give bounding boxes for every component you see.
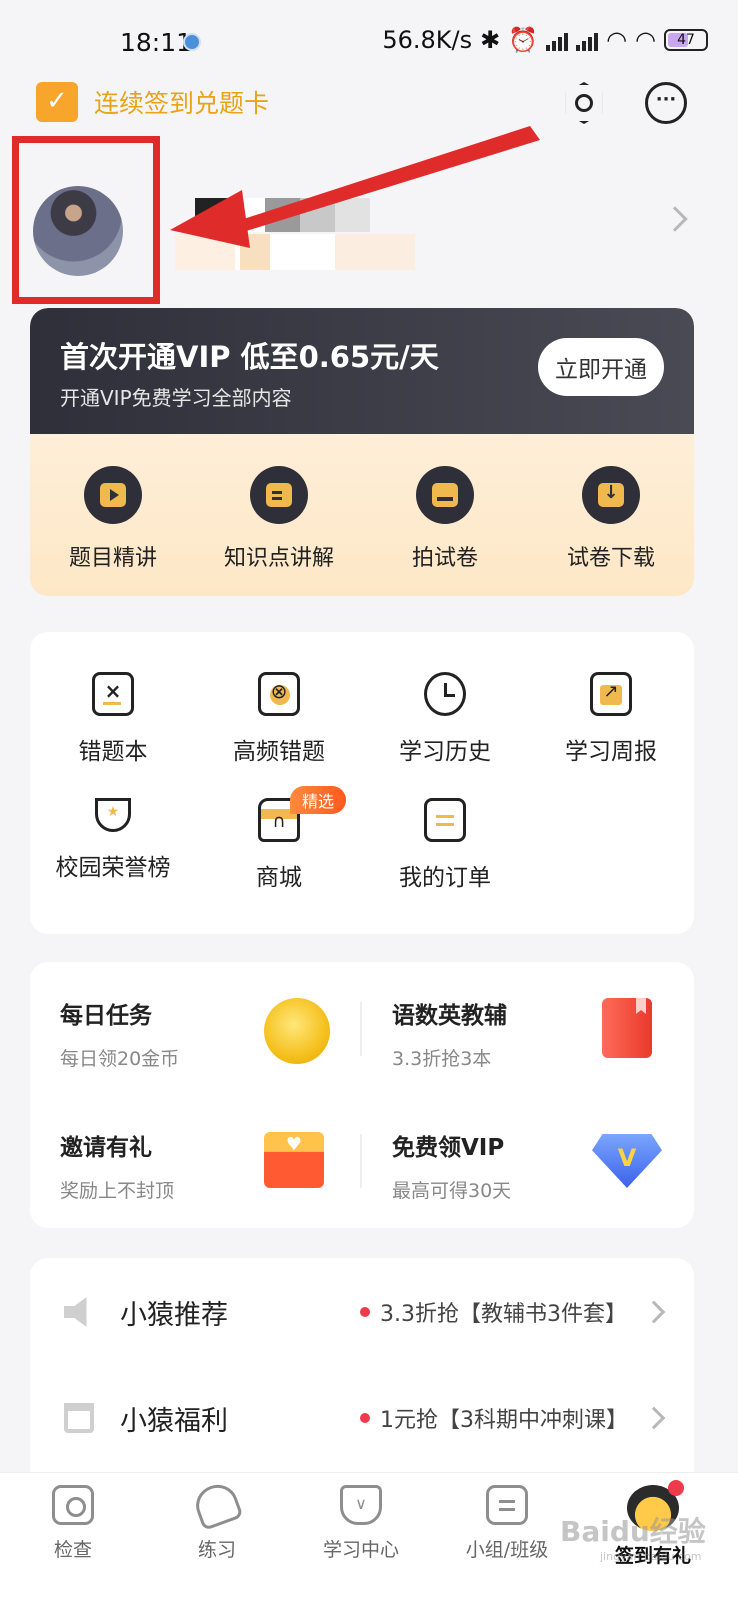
checkin-entry[interactable]: 连续签到兑题卡 [36,82,269,122]
nav-group-class[interactable]: 小组/班级 [442,1485,572,1562]
vip-item-label: 试卷下载 [566,546,655,571]
notification-icon [183,33,201,51]
red-dot-icon [360,1413,370,1423]
vip-item-download[interactable]: 试卷下载 [528,466,694,572]
vip-open-button[interactable]: 立即开通 [538,338,664,396]
promo-row-welfare[interactable]: 小猿福利 1元抢【3科期中冲刺课】 [30,1368,694,1468]
tool-label: 商城 [256,865,302,891]
battery-icon: 47 [664,29,708,51]
task-subtitle: 最高可得30天 [392,1180,512,1202]
book-icon [250,466,308,524]
red-dot-icon [360,1307,370,1317]
vip-banner: 首次开通VIP 低至0.65元/天 开通VIP免费学习全部内容 立即开通 [30,308,694,434]
vip-item-knowledge[interactable]: 知识点讲解 [196,466,362,572]
printer-icon [416,466,474,524]
divider [360,1134,362,1188]
tool-weekly-report[interactable]: 学习周报 [528,672,694,766]
chevron-right-icon [642,1300,666,1324]
vip-item-label: 知识点讲解 [223,546,334,571]
tool-frequent-errors[interactable]: 高频错题 [196,672,362,766]
coin-icon [264,998,330,1064]
net-speed: 56.8K/s [382,26,473,54]
order-icon [424,798,466,842]
wifi-icon: ◠ [606,26,628,54]
promo-desc: 3.3折抢【教辅书3件套】 [380,1302,627,1327]
list-icon [486,1485,528,1525]
vip-card: 首次开通VIP 低至0.65元/天 开通VIP免费学习全部内容 立即开通 题目精… [30,308,694,596]
tool-orders[interactable]: 我的订单 [362,798,528,892]
speaker-icon [64,1297,87,1327]
pointer-arrow [170,126,540,248]
report-icon [590,672,632,716]
vip-item-label: 题目精讲 [68,546,157,571]
status-bar: 18:11 56.8K/s ✱ ⏰ ◠ ◠ 47 [0,0,738,76]
download-icon [582,466,640,524]
nav-label: 练习 [197,1539,236,1561]
alarm-icon: ⏰ [508,26,539,54]
nav-label: 小组/班级 [465,1539,549,1561]
profile-chevron-icon[interactable] [662,206,688,232]
promo-title: 小猿推荐 [120,1299,228,1331]
vip-features: 题目精讲 知识点讲解 拍试卷 试卷下载 [30,466,694,572]
signal-icon-2 [576,29,599,51]
nav-learning-center[interactable]: 学习中心 [296,1485,426,1562]
vip-item-lecture[interactable]: 题目精讲 [30,466,196,572]
nav-check[interactable]: 检查 [8,1485,138,1562]
tool-honor-list[interactable]: 校园荣誉榜 [30,798,196,882]
watermark: Baidu经验 jingyan.baidu.com [560,1515,706,1563]
tool-history[interactable]: 学习历史 [362,672,528,766]
tool-label: 高频错题 [233,739,325,765]
cup-icon [340,1485,382,1525]
signal-icon [546,29,569,51]
promo-desc: 1元抢【3科期中冲刺课】 [380,1408,628,1433]
chevron-right-icon [642,1406,666,1430]
vip-item-label: 拍试卷 [411,546,478,571]
nav-label: 检查 [53,1539,92,1561]
promo-row-recommend[interactable]: 小猿推荐 3.3折抢【教辅书3件套】 [30,1262,694,1362]
settings-icon[interactable] [565,82,603,124]
trophy-icon [95,798,131,832]
tools-card: 错题本 高频错题 学习历史 学习周报 校园荣誉榜 商城 我的订单 [30,632,694,934]
bluetooth-icon: ✱ [480,26,501,54]
tool-label: 错题本 [78,739,148,765]
tool-label: 学习周报 [565,739,657,765]
promo-title: 小猿福利 [120,1405,228,1437]
tasks-card: 每日任务 每日领20金币 语数英教辅 3.3折抢3本 邀请有礼 奖励上不封顶 免… [30,962,694,1228]
wifi-icon-2: ◠ [635,26,656,54]
featured-badge: 精选 [290,786,346,814]
tool-label: 学习历史 [399,739,491,765]
vip-item-scan[interactable]: 拍试卷 [362,466,528,572]
nav-label: 学习中心 [322,1539,399,1561]
calendar-check-icon [36,82,78,122]
frequent-error-icon [258,672,300,716]
envelope-icon [264,1132,324,1188]
vip-title: 首次开通VIP 低至0.65元/天 [60,340,439,374]
highlight-frame [12,136,160,304]
red-book-icon [602,998,652,1058]
camera-icon [52,1485,94,1525]
message-icon[interactable] [645,82,687,124]
tool-wrong-book[interactable]: 错题本 [30,672,196,766]
status-time: 18:11 [120,28,193,57]
play-icon [84,466,142,524]
pencil-icon [190,1479,244,1531]
divider [360,1002,362,1056]
wrong-book-icon [92,672,134,716]
notification-dot [668,1480,684,1496]
vip-subtitle: 开通VIP免费学习全部内容 [60,386,292,410]
status-right: 56.8K/s ✱ ⏰ ◠ ◠ 47 [382,26,708,54]
gift-icon [64,1403,94,1433]
clock-icon [424,672,466,716]
tool-label: 校园荣誉榜 [55,855,171,881]
nav-practice[interactable]: 练习 [152,1479,282,1562]
checkin-label: 连续签到兑题卡 [94,89,270,118]
tool-label: 我的订单 [399,865,491,891]
